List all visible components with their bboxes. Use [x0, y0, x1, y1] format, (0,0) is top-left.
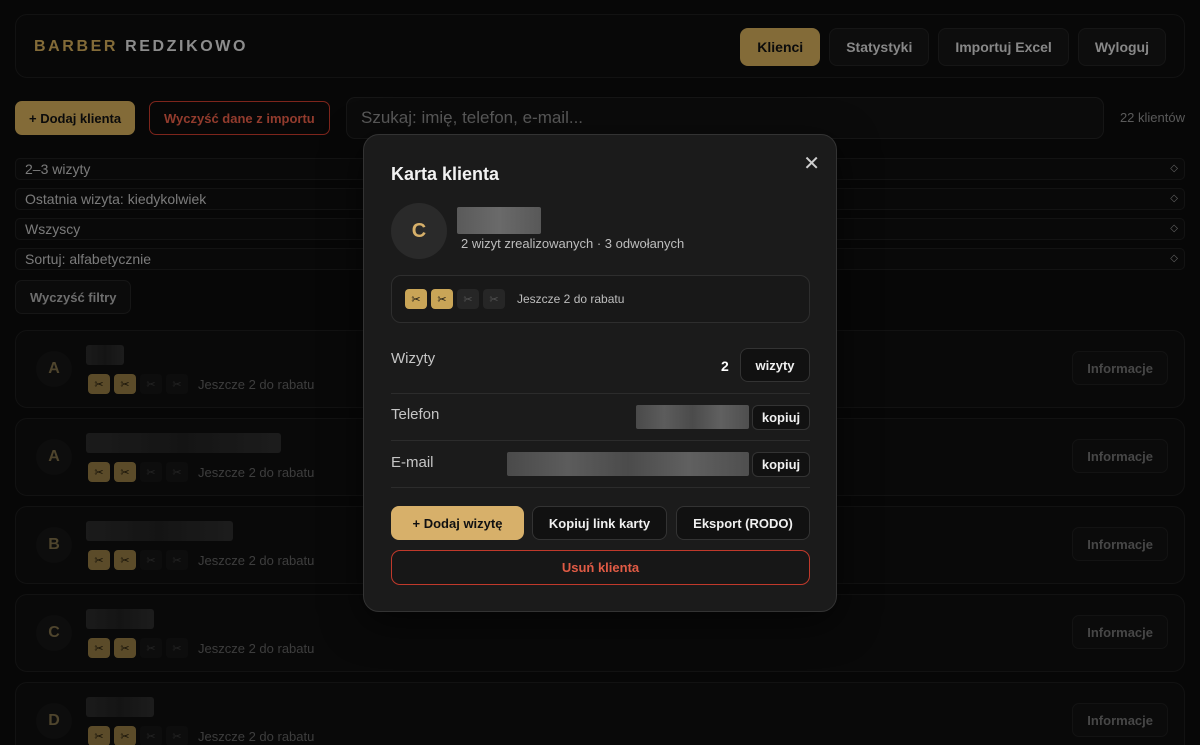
scissors-icon: ✂	[483, 289, 505, 309]
email-label: E-mail	[391, 454, 434, 471]
scissors-icon: ✂	[431, 289, 453, 309]
copy-email-button[interactable]: kopiuj	[752, 452, 810, 477]
divider	[391, 487, 810, 488]
export-rodo-button[interactable]: Eksport (RODO)	[676, 506, 810, 540]
loyalty-card: ✂ ✂ ✂ ✂ Jeszcze 2 do rabatu	[391, 275, 810, 323]
copy-phone-button[interactable]: kopiuj	[752, 405, 810, 430]
visits-button[interactable]: wizyty	[740, 348, 810, 382]
delete-client-button[interactable]: Usuń klienta	[391, 550, 810, 585]
client-name-redacted	[457, 207, 541, 234]
visits-value: 2	[721, 358, 729, 374]
scissors-icon: ✂	[405, 289, 427, 309]
app: BARBER REDZIKOWO Klienci Statystyki Impo…	[0, 0, 1200, 745]
divider	[391, 393, 810, 394]
reward-progress-text: Jeszcze 2 do rabatu	[517, 292, 625, 306]
divider	[391, 440, 810, 441]
close-icon[interactable]: ✕	[803, 153, 820, 175]
client-visit-summary: 2 wizyt zrealizowanych · 3 odwołanych	[461, 236, 685, 251]
modal-title: Karta klienta	[391, 164, 500, 184]
email-value-redacted	[507, 452, 749, 476]
loyalty-stamps: ✂ ✂ ✂ ✂ Jeszcze 2 do rabatu	[405, 289, 624, 309]
add-visit-button[interactable]: + Dodaj wizytę	[391, 506, 524, 540]
scissors-icon: ✂	[457, 289, 479, 309]
phone-value-redacted	[636, 405, 749, 429]
client-card-modal: Karta klienta ✕ C 2 wizyt zrealizowanych…	[363, 134, 837, 612]
phone-label: Telefon	[391, 406, 440, 423]
visits-label: Wizyty	[391, 350, 436, 367]
copy-card-link-button[interactable]: Kopiuj link karty	[532, 506, 667, 540]
client-avatar: C	[391, 203, 447, 259]
